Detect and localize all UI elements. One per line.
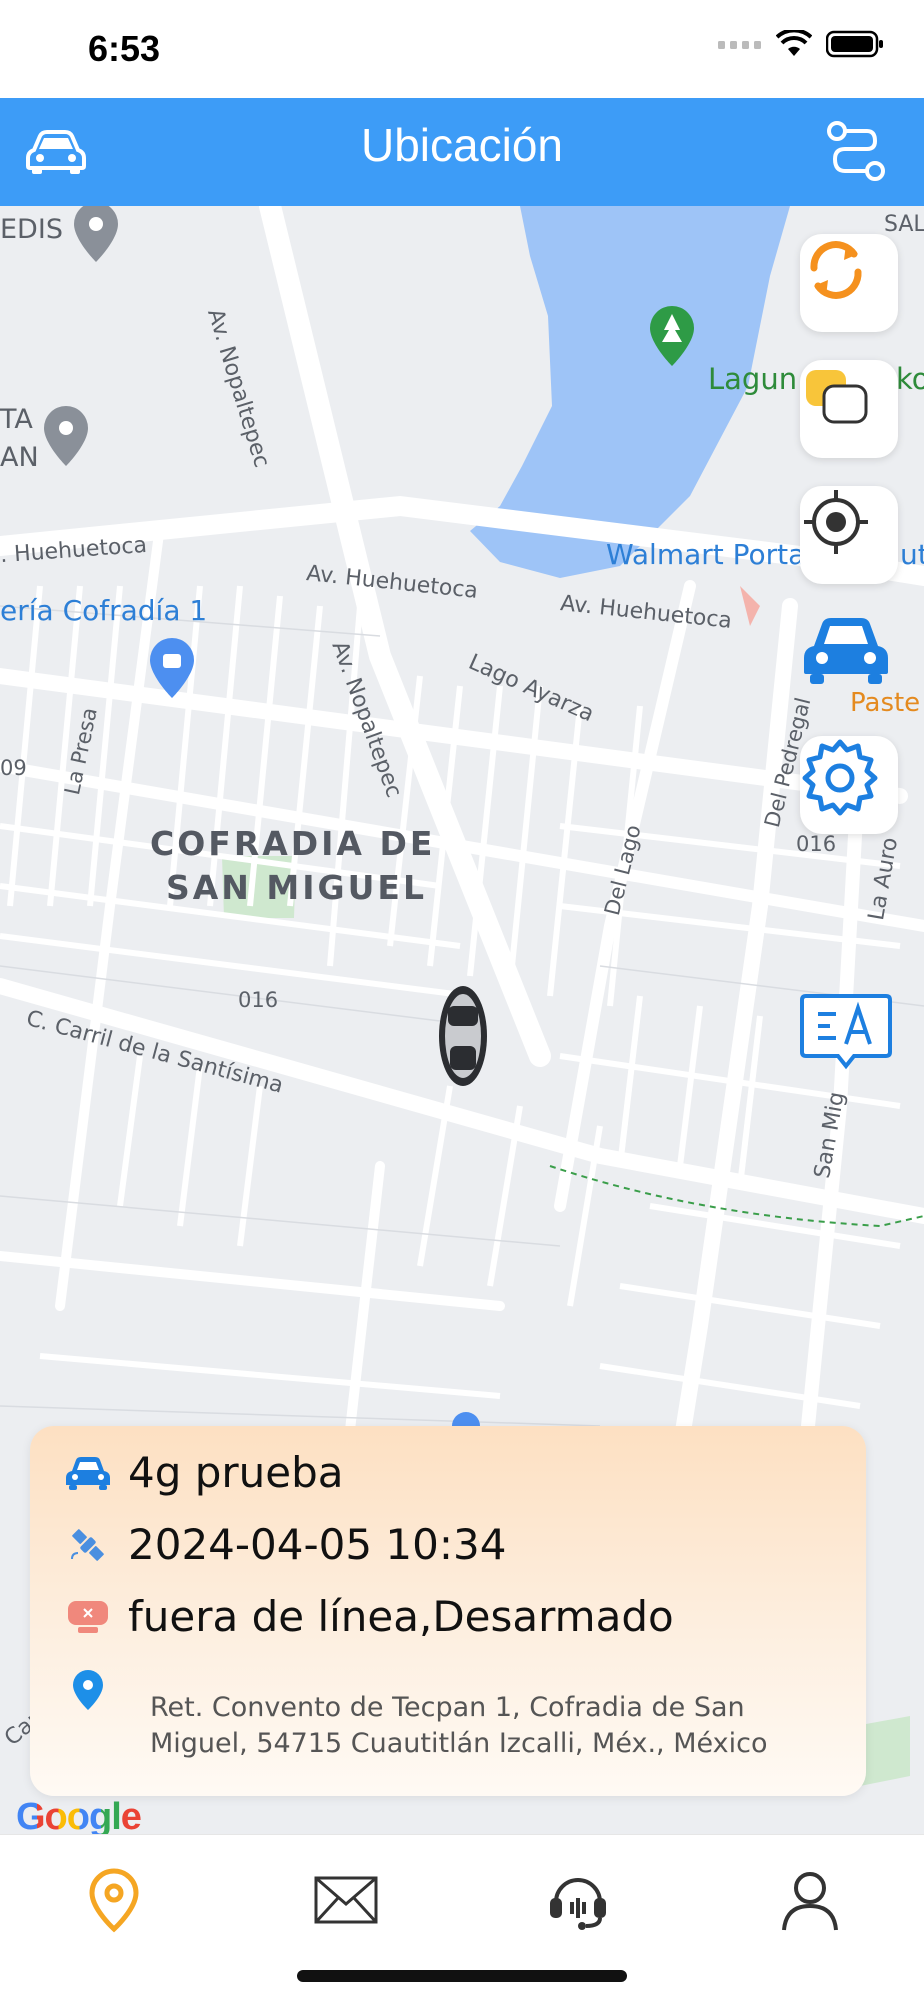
status-time: 6:53 <box>88 28 161 69</box>
tab-location[interactable] <box>54 1855 174 1945</box>
translate-icon <box>800 994 892 1070</box>
map-label: SAN MIGUEL <box>166 868 427 907</box>
google-logo: Google <box>16 1796 142 1838</box>
settings-icon <box>802 739 878 816</box>
car-icon <box>64 1449 112 1497</box>
vehicle-name-row: 4g prueba <box>64 1448 344 1497</box>
vehicle-icon <box>804 618 888 684</box>
vehicle-address: Ret. Convento de Tecpan 1, Cofradia de S… <box>150 1692 768 1759</box>
layers-button[interactable] <box>800 360 898 458</box>
map-label: EDIS <box>0 214 63 245</box>
translate-button[interactable] <box>798 990 902 1094</box>
mail-icon <box>314 1876 378 1924</box>
status-icons <box>718 30 884 58</box>
locate-icon <box>804 490 868 554</box>
satellite-icon <box>64 1521 112 1569</box>
location-pin-icon <box>64 1666 112 1714</box>
last-update-datetime: 2024-04-05 10:34 <box>128 1520 507 1569</box>
alarm-icon <box>64 1593 112 1641</box>
page-title: Ubicación <box>361 119 563 171</box>
tab-profile[interactable] <box>750 1855 870 1945</box>
wifi-icon <box>776 30 812 56</box>
vehicle-info-card[interactable]: 4g prueba 2024-04-05 10:34 fuera de líne… <box>30 1426 866 1796</box>
vehicle-button[interactable] <box>800 610 898 708</box>
support-icon <box>550 1878 606 1930</box>
locate-button[interactable] <box>800 486 898 584</box>
tab-support[interactable] <box>518 1855 638 1945</box>
status-bar: 6:53 <box>0 0 924 98</box>
layers-icon <box>806 370 868 424</box>
refresh-button[interactable] <box>800 234 898 332</box>
route-button[interactable] <box>820 116 892 188</box>
location-icon <box>89 1868 139 1933</box>
refresh-icon <box>810 241 862 299</box>
battery-icon <box>826 30 883 58</box>
profile-icon <box>782 1872 838 1931</box>
map-label: uti <box>900 538 924 571</box>
device-status: fuera de línea,Desarmado <box>128 1592 674 1641</box>
map-label: SAL <box>884 212 924 237</box>
map-label: 09 <box>0 756 27 780</box>
vehicle-name: 4g prueba <box>128 1448 344 1497</box>
map-label: ería Cofradía 1 <box>0 594 208 627</box>
home-indicator <box>297 1970 627 1982</box>
map-label: AN <box>0 442 39 473</box>
map-label: 016 <box>796 832 837 856</box>
settings-button[interactable] <box>800 736 898 834</box>
map-label: 016 <box>238 988 279 1012</box>
signal-icon <box>718 41 761 49</box>
map-label: TA <box>0 404 33 435</box>
tab-messages[interactable] <box>286 1855 406 1945</box>
map-label: Walmart Porta <box>606 538 806 571</box>
map-label: ko <box>896 362 924 396</box>
car-marker <box>439 986 487 1086</box>
datetime-row: 2024-04-05 10:34 <box>64 1520 506 1569</box>
map-label: COFRADIA DE <box>150 824 436 863</box>
map-label: Lagun <box>708 362 798 396</box>
app-header: Ubicación <box>0 98 924 206</box>
status-row: fuera de línea,Desarmado <box>64 1592 674 1641</box>
route-icon <box>827 121 885 181</box>
